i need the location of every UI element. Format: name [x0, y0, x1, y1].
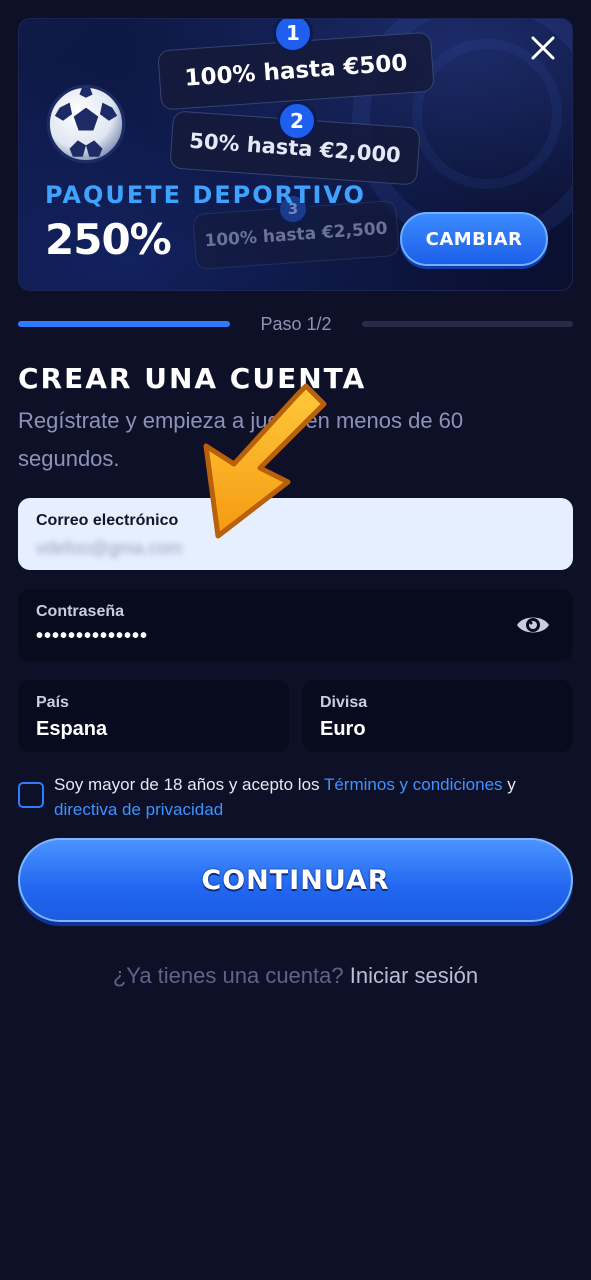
login-prompt: ¿Ya tienes una cuenta? Iniciar sesión [0, 963, 591, 989]
soccer-ball-icon [46, 84, 126, 164]
form-title: CREAR UNA CUENTA [18, 362, 367, 395]
privacy-link[interactable]: directiva de privacidad [54, 800, 223, 819]
terms-link[interactable]: Términos y condiciones [324, 775, 503, 794]
step-label: Paso 1/2 [260, 314, 332, 334]
change-package-button[interactable]: CAMBIAR [400, 212, 548, 266]
password-label: Contraseña [36, 603, 125, 620]
package-title: PAQUETE DEPORTIVO [45, 181, 366, 209]
password-value[interactable]: •••••••••••••• [36, 625, 555, 648]
terms-text: Soy mayor de 18 años y acepto los Términ… [54, 772, 554, 822]
currency-field[interactable]: Divisa Euro [302, 680, 573, 752]
progress-bar-filled [18, 321, 230, 327]
eye-icon [517, 617, 549, 633]
password-field[interactable]: Contraseña •••••••••••••• [18, 589, 573, 661]
country-field[interactable]: País Espana [18, 680, 289, 752]
country-label: País [36, 694, 69, 711]
currency-value[interactable]: Euro [320, 718, 555, 741]
close-button[interactable] [526, 31, 560, 65]
login-link[interactable]: Iniciar sesión [350, 963, 478, 988]
tier-number-badge: 2 [277, 101, 317, 141]
form-subtitle: Regístrate y empieza a jugar en menos de… [18, 408, 464, 471]
terms-prefix: Soy mayor de 18 años y acepto los [54, 775, 324, 794]
currency-label: Divisa [320, 694, 368, 711]
promo-banner: 100% hasta €500 50% hasta €2,000 100% ha… [18, 18, 573, 291]
bonus-tier-label: 100% hasta €500 [183, 50, 409, 92]
email-field[interactable]: Correo electrónico vdefoo@gma.com [18, 498, 573, 570]
email-value[interactable]: vdefoo@gma.com [36, 538, 555, 559]
package-percent: 250% [45, 215, 172, 264]
continue-button[interactable]: CONTINUAR [18, 838, 573, 922]
email-label: Correo electrónico [36, 512, 179, 529]
terms-middle: y [502, 775, 516, 794]
toggle-password-visibility[interactable] [515, 609, 551, 641]
close-icon [531, 36, 555, 60]
progress-bar-remaining [362, 321, 573, 327]
country-value[interactable]: Espana [36, 718, 271, 741]
terms-checkbox[interactable] [18, 782, 44, 808]
login-prompt-text: ¿Ya tienes una cuenta? [112, 963, 350, 988]
